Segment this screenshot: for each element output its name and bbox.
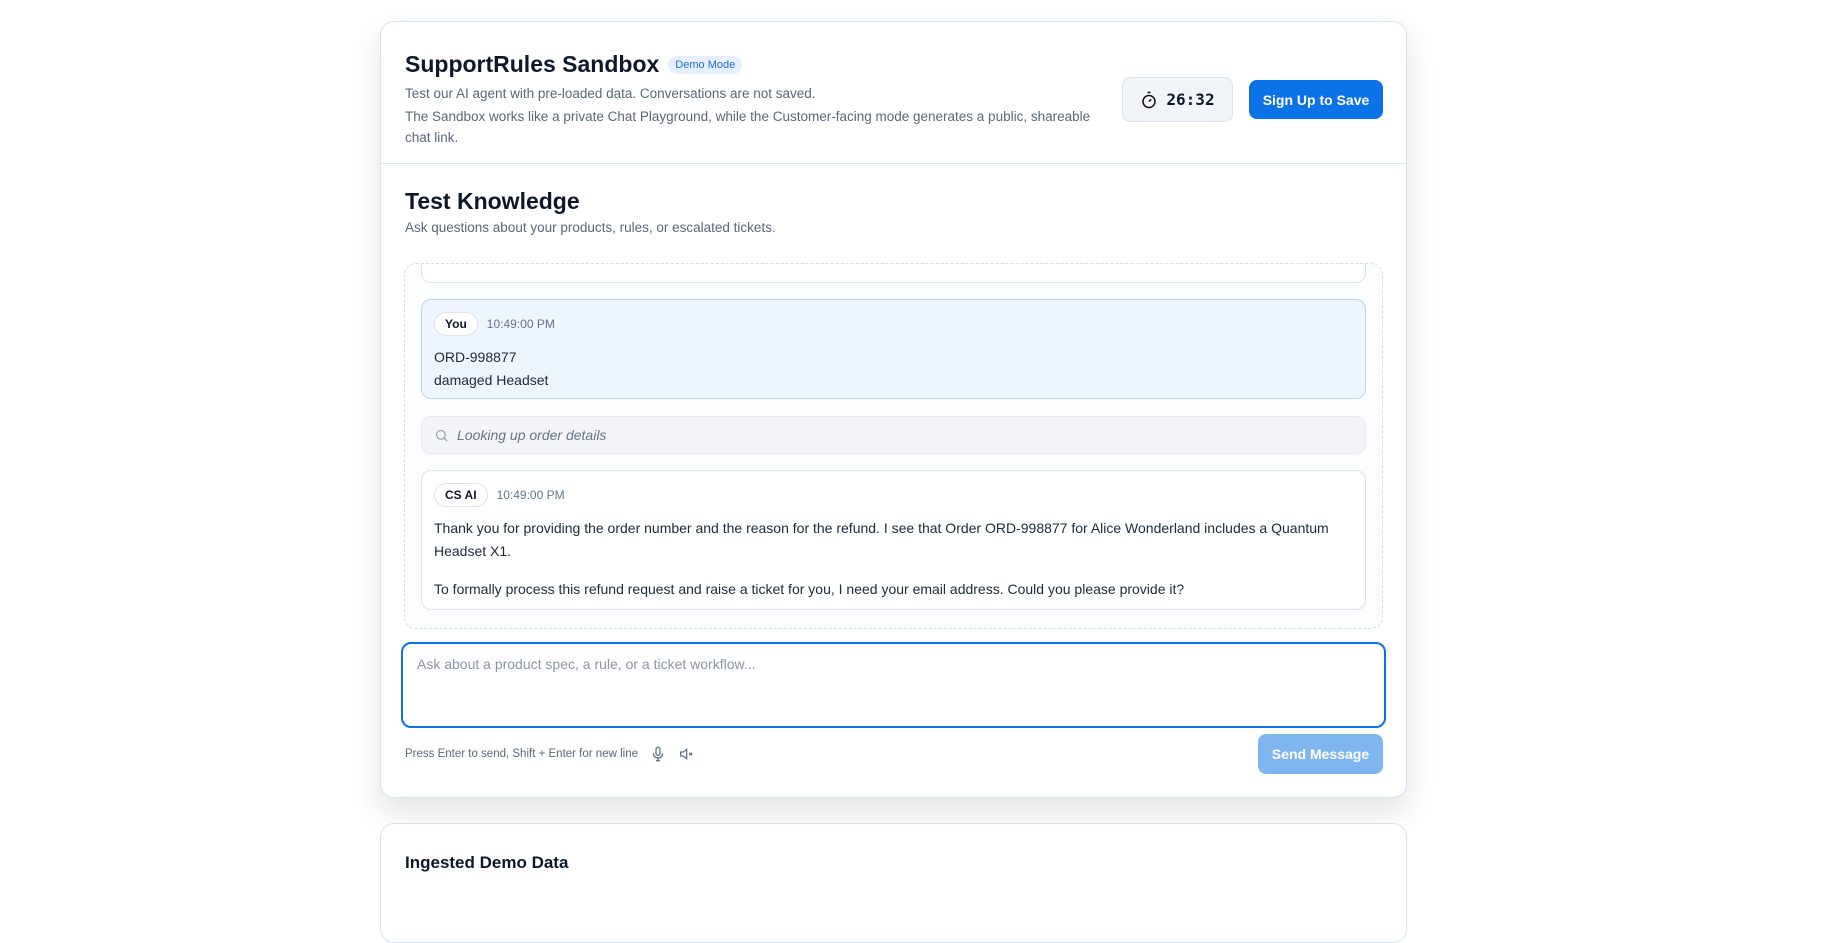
- user-message: You 10:49:00 PM ORD-998877 damaged Heads…: [421, 299, 1366, 399]
- composer-footer: Press Enter to send, Shift + Enter for n…: [405, 746, 694, 762]
- ai-message: CS AI 10:49:00 PM Thank you for providin…: [421, 470, 1366, 610]
- message-time: 10:49:00 PM: [496, 488, 565, 502]
- session-timer: 26:32: [1122, 77, 1233, 122]
- message-paragraph: To formally process this refund request …: [434, 581, 1185, 597]
- sandbox-description: The Sandbox works like a private Chat Pl…: [405, 109, 1091, 145]
- sandbox-card: SupportRules Sandbox Demo Mode Test our …: [380, 21, 1407, 798]
- section-subtitle: Ask questions about your products, rules…: [405, 220, 776, 235]
- keyboard-hint: Press Enter to send, Shift + Enter for n…: [405, 748, 638, 760]
- sender-label: You: [434, 312, 478, 336]
- microphone-icon[interactable]: [650, 746, 666, 762]
- send-message-button[interactable]: Send Message: [1258, 734, 1383, 774]
- ingested-data-title: Ingested Demo Data: [405, 853, 569, 872]
- message-line: ORD-998877: [434, 349, 517, 365]
- tool-status-text: Looking up order details: [457, 427, 607, 443]
- section-title: Test Knowledge: [405, 188, 580, 214]
- message-line: damaged Headset: [434, 372, 549, 388]
- ingested-data-card: Ingested Demo Data: [380, 823, 1407, 943]
- page-title: SupportRules Sandbox Demo Mode: [405, 51, 743, 78]
- previous-message: [421, 264, 1366, 283]
- subtitle: Test our AI agent with pre-loaded data. …: [405, 86, 816, 101]
- search-icon: [435, 429, 448, 442]
- chat-log[interactable]: You 10:49:00 PM ORD-998877 damaged Heads…: [404, 263, 1383, 629]
- tool-status: Looking up order details: [421, 416, 1366, 454]
- sign-up-button[interactable]: Sign Up to Save: [1249, 80, 1383, 119]
- message-time: 10:49:00 PM: [486, 317, 555, 331]
- message-input[interactable]: [401, 642, 1386, 728]
- timer-value: 26:32: [1166, 90, 1215, 109]
- speaker-muted-icon[interactable]: [678, 746, 694, 762]
- stopwatch-icon: [1142, 91, 1157, 108]
- title-text: SupportRules Sandbox: [405, 51, 660, 77]
- sandbox-header: SupportRules Sandbox Demo Mode Test our …: [381, 22, 1406, 164]
- demo-mode-badge: Demo Mode: [668, 55, 743, 74]
- sender-label: CS AI: [434, 483, 488, 507]
- message-paragraph: Thank you for providing the order number…: [434, 520, 1329, 559]
